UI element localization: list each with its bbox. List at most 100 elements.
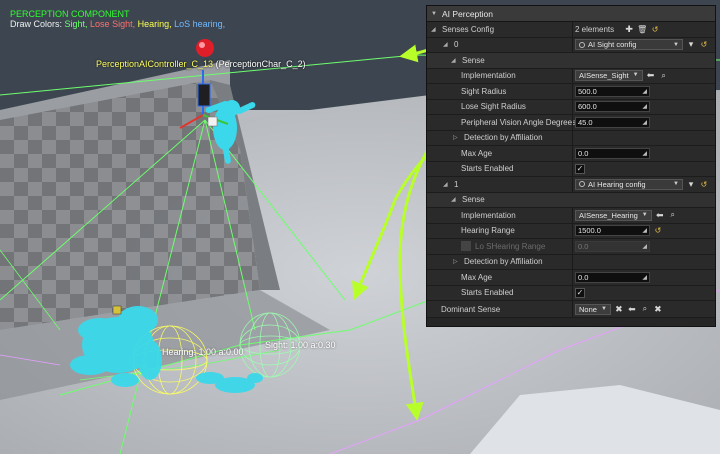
lose-sight-radius-row: Lose Sight Radius 600.0 ◢: [427, 99, 715, 115]
color-hearing: Hearing,: [137, 19, 172, 29]
color-los-hearing: LoS hearing,: [174, 19, 226, 29]
expand-arrow-icon[interactable]: ◢: [443, 181, 449, 188]
sight-max-age-input[interactable]: 0.0 ◢: [575, 147, 650, 159]
hearing-config-value: AI Hearing config: [588, 179, 646, 189]
max-age-label: Max Age: [461, 148, 493, 158]
hearing-starts-enabled-checkbox[interactable]: ✓: [575, 287, 585, 298]
los-hearing-range-row: Lo SHearing Range 0.0 ◢: [427, 239, 715, 255]
hearing-max-age-input[interactable]: 0.0 ◢: [575, 271, 650, 283]
drag-grip-icon: ◢: [642, 274, 647, 281]
color-lose-sight: Lose Sight,: [90, 19, 136, 29]
hearing-implementation-dropdown[interactable]: AISense_Hearing ▼: [575, 209, 652, 221]
sight-implementation-dropdown[interactable]: AISense_Sight ▼: [575, 70, 643, 82]
expand-arrow-icon[interactable]: ▷: [453, 134, 459, 141]
los-hearing-checkbox[interactable]: [461, 241, 471, 252]
asset-dot-icon: [579, 41, 585, 48]
expand-arrow-icon[interactable]: ◢: [451, 196, 457, 203]
reset-icon[interactable]: ↺: [650, 24, 660, 35]
hearing-range-row: Hearing Range 1500.0 ◢ ↺: [427, 223, 715, 239]
los-hearing-label: Lo SHearing Range: [475, 241, 546, 251]
sense-element-0-row: ◢ 0 AI Sight config ▼ ▾ ↺: [427, 37, 715, 53]
ai-controller-icon: [196, 39, 214, 57]
los-hearing-range-input: 0.0 ◢: [575, 240, 650, 252]
sight-radius-row: Sight Radius 500.0 ◢: [427, 84, 715, 100]
dropdown-arrow-icon: ▼: [641, 211, 648, 218]
panel-title: AI Perception: [441, 8, 493, 19]
dropdown-arrow-icon: ▼: [632, 72, 639, 79]
close-icon[interactable]: ✖: [653, 304, 663, 315]
expand-arrow-icon[interactable]: ◢: [431, 26, 437, 33]
delete-all-icon[interactable]: 🗑: [637, 24, 647, 35]
add-element-icon[interactable]: ✚: [624, 24, 634, 35]
clear-icon[interactable]: ✖: [614, 304, 624, 315]
drag-grip-icon: ◢: [642, 243, 647, 250]
peripheral-vision-row: Peripheral Vision Angle Degrees 45.0 ◢: [427, 115, 715, 131]
sight-max-age-value: 0.0: [578, 148, 589, 158]
senses-config-row: ◢ Senses Config 2 elements ✚ 🗑 ↺: [427, 22, 715, 38]
reset-icon[interactable]: ↺: [653, 225, 663, 236]
array-item-menu-icon[interactable]: ▾: [686, 39, 696, 50]
sight-radius-input[interactable]: 500.0 ◢: [575, 85, 650, 97]
sight-radius-label: Sight Radius: [461, 86, 507, 96]
browse-search-icon[interactable]: ⌕: [668, 210, 678, 221]
debug-draw-colors: Draw Colors: Sight, Lose Sight, Hearing,…: [10, 19, 225, 30]
sense-category-label: Sense: [462, 55, 485, 65]
implementation-label: Implementation: [461, 71, 516, 81]
reset-icon[interactable]: ↺: [699, 39, 709, 50]
hearing-detection-affiliation-row[interactable]: ▷ Detection by Affiliation: [427, 254, 715, 270]
hearing-max-age-row: Max Age 0.0 ◢: [427, 270, 715, 286]
browse-search-icon[interactable]: ⌕: [659, 70, 669, 81]
los-hearing-range-value: 0.0: [578, 241, 589, 251]
sight-config-dropdown[interactable]: AI Sight config ▼: [575, 39, 683, 51]
hearing-range-label: Hearing Range: [461, 226, 515, 236]
sight-implementation-row: Implementation AISense_Sight ▼ ⬅ ⌕: [427, 68, 715, 84]
hearing-impl-value: AISense_Hearing: [579, 210, 638, 220]
asset-dot-icon: [579, 181, 585, 188]
expand-arrow-icon[interactable]: ◢: [451, 57, 457, 64]
lose-sight-radius-input[interactable]: 600.0 ◢: [575, 101, 650, 113]
starts-enabled-label: Starts Enabled: [461, 164, 514, 174]
dominant-sense-row: Dominant Sense None ▼ ✖ ⬅ ⌕ ✖: [427, 301, 715, 318]
hearing-starts-enabled-row: Starts Enabled ✓: [427, 285, 715, 301]
use-selected-arrow-icon[interactable]: ⬅: [646, 70, 656, 81]
sight-config-value: AI Sight config: [588, 40, 637, 50]
hearing-sense-category[interactable]: ◢ Sense: [427, 192, 715, 208]
peripheral-vision-value: 45.0: [578, 117, 593, 127]
sight-detection-affiliation-row[interactable]: ▷ Detection by Affiliation: [427, 130, 715, 146]
use-selected-arrow-icon[interactable]: ⬅: [655, 210, 665, 221]
hearing-max-age-value: 0.0: [578, 272, 589, 282]
draw-colors-prefix: Draw Colors:: [10, 19, 65, 29]
detection-affiliation-label: Detection by Affiliation: [464, 133, 543, 143]
detection-affiliation-label: Detection by Affiliation: [464, 257, 543, 267]
sight-sense-category[interactable]: ◢ Sense: [427, 53, 715, 69]
controller-char: (PerceptionChar_C_2): [213, 59, 306, 69]
sense-category-label: Sense: [462, 195, 485, 205]
sight-starts-enabled-row: Starts Enabled ✓: [427, 161, 715, 177]
senses-config-label: Senses Config: [442, 24, 495, 34]
dropdown-arrow-icon: ▼: [673, 41, 679, 48]
reset-icon[interactable]: ↺: [699, 179, 709, 190]
hearing-range-input[interactable]: 1500.0 ◢: [575, 225, 650, 237]
dominant-sense-dropdown[interactable]: None ▼: [575, 303, 611, 315]
controller-name: PerceptionAIController_C_13: [96, 59, 214, 69]
sight-radius-value: 500.0: [578, 86, 597, 96]
peripheral-vision-label: Peripheral Vision Angle Degrees: [461, 117, 577, 127]
collapse-arrow-icon[interactable]: ▼: [431, 11, 437, 17]
drag-grip-icon: ◢: [642, 104, 647, 111]
peripheral-vision-input[interactable]: 45.0 ◢: [575, 116, 650, 128]
use-selected-arrow-icon[interactable]: ⬅: [627, 304, 637, 315]
dominant-sense-value: None: [579, 304, 597, 314]
dropdown-arrow-icon: ▼: [673, 181, 679, 188]
drag-grip-icon: ◢: [642, 119, 647, 126]
array-item-menu-icon[interactable]: ▾: [686, 179, 696, 190]
sight-starts-enabled-checkbox[interactable]: ✓: [575, 163, 585, 174]
panel-header[interactable]: ▼ AI Perception: [427, 6, 715, 22]
senses-count: 2 elements: [575, 24, 615, 34]
expand-arrow-icon[interactable]: ▷: [453, 258, 459, 265]
max-age-label: Max Age: [461, 272, 493, 282]
sight-impl-value: AISense_Sight: [579, 71, 629, 81]
browse-search-icon[interactable]: ⌕: [640, 304, 650, 315]
expand-arrow-icon[interactable]: ◢: [443, 41, 449, 48]
element-index-1: 1: [454, 179, 459, 189]
hearing-config-dropdown[interactable]: AI Hearing config ▼: [575, 178, 683, 190]
